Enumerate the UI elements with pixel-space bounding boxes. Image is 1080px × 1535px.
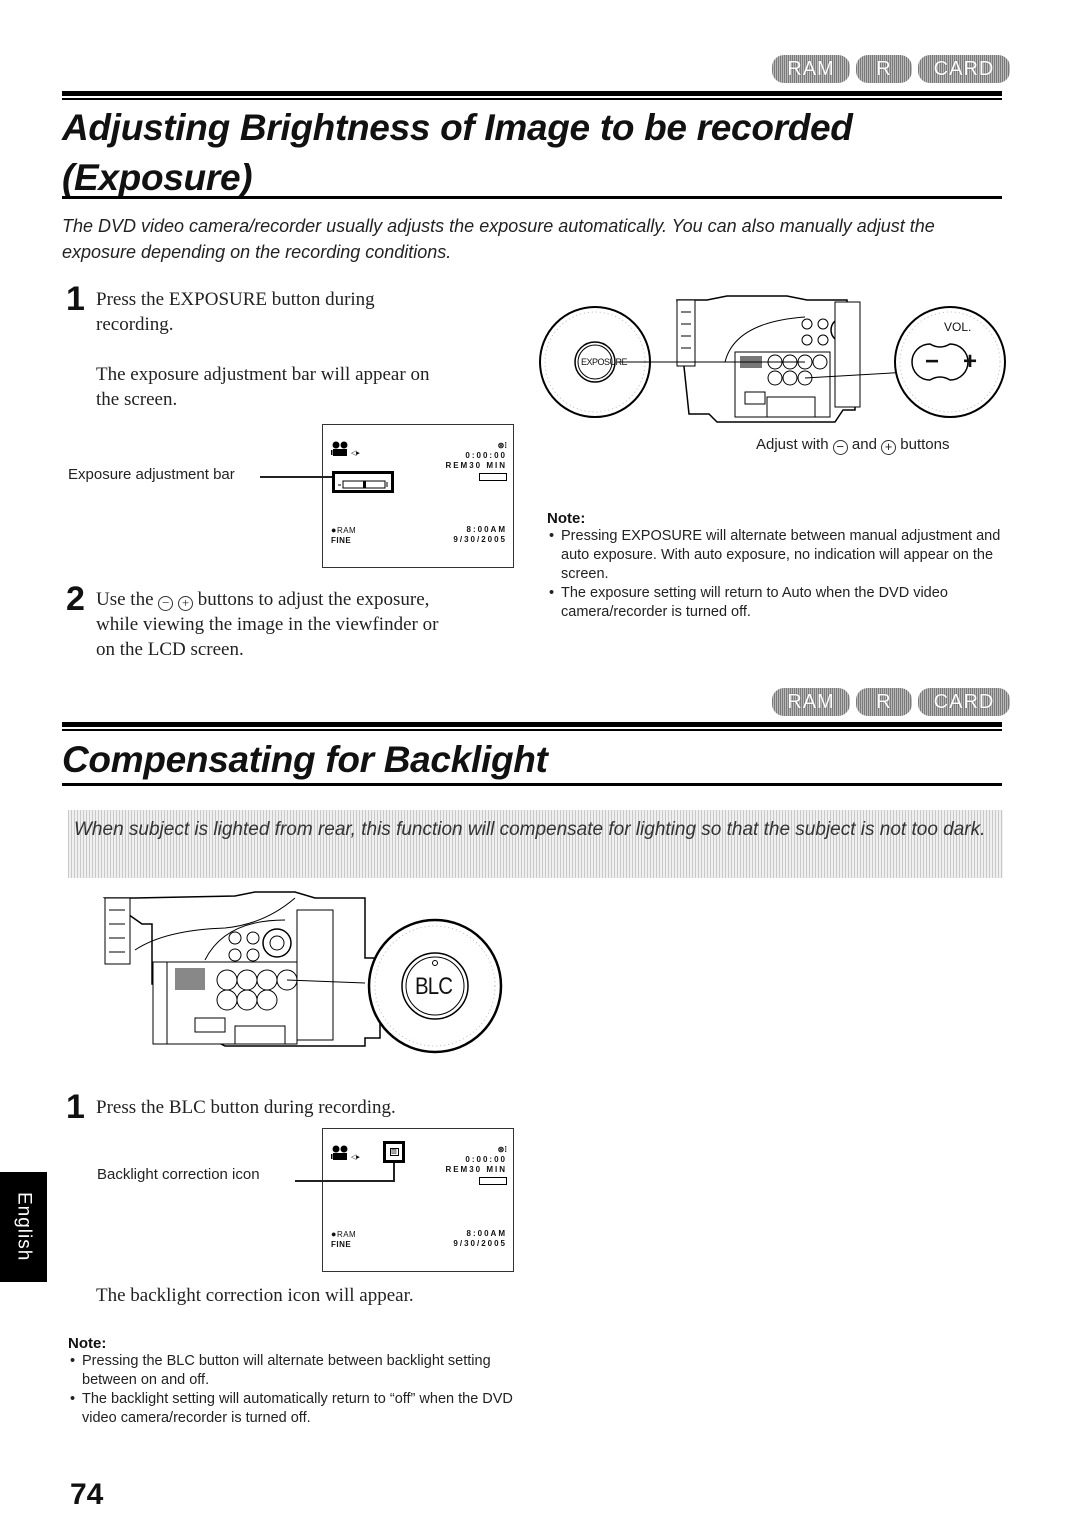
backlight-intro-band: When subject is lighted from rear, this … [68, 810, 1003, 878]
clock-time: 8:00AM [466, 1229, 507, 1238]
page-number: 74 [70, 1478, 104, 1511]
note-exposure: Note: Pressing EXPOSURE will alternate b… [547, 510, 1002, 622]
top-rule-thin [62, 98, 1002, 100]
minus-circle-icon: − [832, 440, 848, 455]
section-rule-thin [62, 729, 1002, 731]
caption-text: buttons [900, 436, 950, 453]
section-title-backlight: Compensating for Backlight [62, 739, 548, 780]
note-item: Pressing the BLC button will alternate b… [68, 1352, 528, 1390]
clock-date: 9/30/2005 [453, 1239, 507, 1248]
step-text: while viewing the image in the viewfinde… [96, 614, 439, 635]
caption-text: and [851, 436, 877, 453]
datetime: 8:00AM 9/30/2005 [453, 525, 507, 545]
note-backlight: Note: Pressing the BLC button will alter… [68, 1335, 528, 1428]
note-title: Note: [547, 510, 586, 527]
note-item: The backlight setting will automatically… [68, 1390, 528, 1428]
note-title: Note: [68, 1335, 107, 1352]
camera-mode-icon: ◁▸ [331, 1145, 371, 1166]
step-number: 1 [66, 1088, 85, 1126]
clock-time: 8:00AM [466, 525, 507, 534]
svg-text:◁▸: ◁▸ [351, 450, 360, 457]
media-badges: RAM R CARD [772, 55, 1010, 83]
badge-r: R [856, 688, 912, 716]
exposure-adjustment-bar [338, 480, 388, 489]
step-number: 1 [66, 280, 85, 318]
callout-label: Backlight correction icon [97, 1166, 260, 1183]
badge-ram: RAM [772, 688, 850, 716]
plus-circle-icon: + [178, 596, 194, 611]
lcd-screen-exposure: ◁▸ ⊛⁞ 0:00:00 REM30 MIN ●RAM FINE 8:00AM… [322, 424, 514, 568]
callout-pointer [260, 476, 332, 478]
note-item: Pressing EXPOSURE will alternate between… [547, 527, 1002, 584]
blc-step-result: The backlight correction icon will appea… [96, 1285, 414, 1306]
badge-card: CARD [918, 688, 1010, 716]
step-text: Press the EXPOSURE button during [96, 289, 375, 310]
minus-button-label: − [925, 348, 940, 375]
illustration-caption: Adjust with − and + buttons [756, 436, 949, 455]
clock-date: 9/30/2005 [453, 535, 507, 544]
note-list: Pressing the BLC button will alternate b… [68, 1352, 528, 1428]
callout-pointer-vertical [393, 1163, 395, 1181]
step-number: 2 [66, 580, 85, 618]
title-line-1: Adjusting Brightness of Image to be reco… [62, 107, 853, 148]
status-readout: ⊛⁞ 0:00:00 REM30 MIN [445, 441, 507, 481]
section-rule [62, 722, 1002, 727]
step-text: recording. [96, 314, 174, 335]
result-text: the screen. [96, 389, 178, 410]
minus-circle-icon: − [158, 596, 174, 611]
remaining-time: REM30 MIN [445, 461, 507, 470]
badge-card: CARD [918, 55, 1010, 83]
badge-r: R [856, 55, 912, 83]
note-list: Pressing EXPOSURE will alternate between… [547, 527, 1002, 622]
top-rule [62, 91, 1002, 96]
datetime: 8:00AM 9/30/2005 [453, 1229, 507, 1249]
result-text: The exposure adjustment bar will appear … [96, 364, 430, 385]
media-badges: RAM R CARD [772, 688, 1010, 716]
disc-type: RAM [336, 1230, 357, 1239]
disc-info: ●RAM FINE [331, 525, 357, 545]
step-1-result: The exposure adjustment bar will appear … [96, 362, 526, 412]
quality-mode: FINE [331, 1240, 352, 1249]
blc-step-instruction: Press the BLC button during recording. [96, 1097, 396, 1118]
step-text: Use the [96, 589, 154, 610]
backlight-correction-icon: ▨ [383, 1141, 405, 1163]
step-1-instruction: Press the EXPOSURE button during recordi… [96, 287, 526, 337]
plus-circle-icon: + [881, 440, 897, 455]
section-title-exposure: Adjusting Brightness of Image to be reco… [62, 103, 1007, 203]
step-text: buttons to adjust the exposure, [197, 589, 430, 610]
disc-info: ●RAM FINE [331, 1229, 357, 1249]
time-counter: 0:00:00 [465, 1155, 507, 1164]
exposure-bar-highlight [332, 471, 394, 493]
caption-text: Adjust with [756, 436, 829, 453]
title-underline [62, 783, 1002, 786]
svg-text:◁▸: ◁▸ [351, 1154, 360, 1161]
camera-mode-icon: ◁▸ [331, 441, 371, 462]
language-tab: English [0, 1172, 47, 1282]
vol-label: VOL. [944, 320, 972, 334]
plus-button-label: + [963, 348, 978, 375]
remaining-time: REM30 MIN [445, 1165, 507, 1174]
title-underline [62, 196, 1002, 199]
camera-illustration-exposure: EXPOSURE VOL. − + [535, 282, 1010, 432]
blc-button-label: BLC [415, 973, 453, 1000]
quality-mode: FINE [331, 536, 352, 545]
step-2-instruction: Use the − + buttons to adjust the exposu… [96, 587, 526, 662]
intro-text: The DVD video camera/recorder usually ad… [62, 216, 935, 262]
callout-label: Exposure adjustment bar [68, 466, 235, 483]
step-text: on the LCD screen. [96, 639, 244, 660]
badge-ram: RAM [772, 55, 850, 83]
callout-pointer [295, 1180, 395, 1182]
battery-icon [479, 1177, 507, 1185]
status-readout: ⊛⁞ 0:00:00 REM30 MIN [445, 1145, 507, 1185]
exposure-button-label: EXPOSURE [581, 357, 628, 367]
camera-illustration-blc: BLC [95, 890, 515, 1060]
disc-type: RAM [336, 526, 357, 535]
note-item: The exposure setting will return to Auto… [547, 584, 1002, 622]
time-counter: 0:00:00 [465, 451, 507, 460]
battery-icon [479, 473, 507, 481]
lcd-screen-backlight: ◁▸ ▨ ⊛⁞ 0:00:00 REM30 MIN ●RAM FINE 8:00… [322, 1128, 514, 1272]
